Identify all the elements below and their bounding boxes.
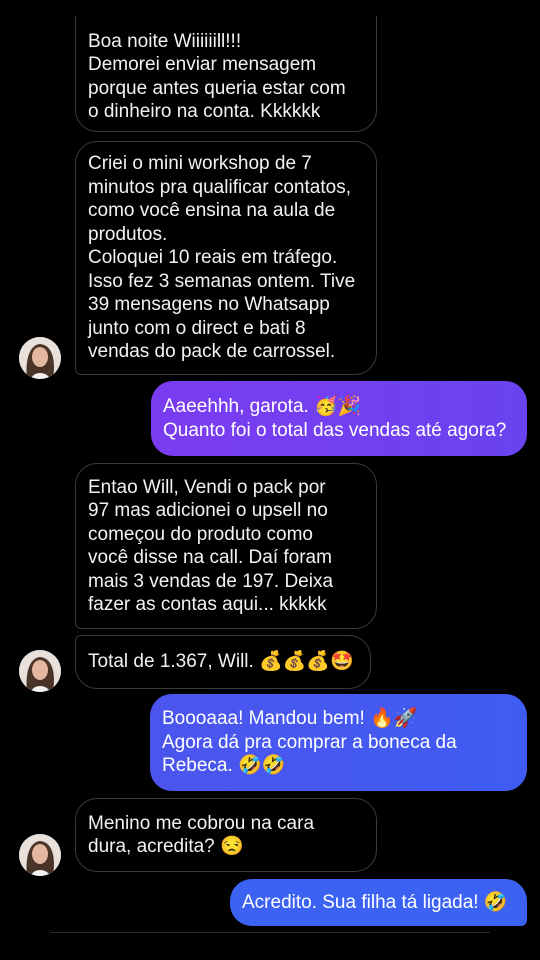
incoming-message[interactable]: Entao Will, Vendi o pack por 97 mas adic…	[75, 463, 377, 629]
divider	[50, 932, 490, 933]
outgoing-message[interactable]: Acredito. Sua filha tá ligada! 🤣	[230, 879, 527, 926]
avatar-photo-icon	[19, 834, 61, 876]
incoming-message[interactable]: Boa noite Wiiiiiill!!! Demorei enviar me…	[75, 16, 377, 132]
chat-thread: Boa noite Wiiiiiill!!! Demorei enviar me…	[0, 0, 540, 960]
contact-avatar[interactable]	[19, 834, 61, 876]
incoming-message[interactable]: Total de 1.367, Will. 💰💰💰🤩	[75, 635, 371, 689]
outgoing-message[interactable]: Aaeehhh, garota. 🥳🎉 Quanto foi o total d…	[151, 381, 527, 456]
contact-avatar[interactable]	[19, 650, 61, 692]
contact-avatar[interactable]	[19, 337, 61, 379]
avatar-photo-icon	[19, 337, 61, 379]
outgoing-message[interactable]: Boooaaa! Mandou bem! 🔥🚀 Agora dá pra com…	[150, 694, 527, 791]
incoming-message[interactable]: Menino me cobrou na cara dura, acredita?…	[75, 798, 377, 872]
avatar-photo-icon	[19, 650, 61, 692]
incoming-message[interactable]: Criei o mini workshop de 7 minutos pra q…	[75, 141, 377, 375]
